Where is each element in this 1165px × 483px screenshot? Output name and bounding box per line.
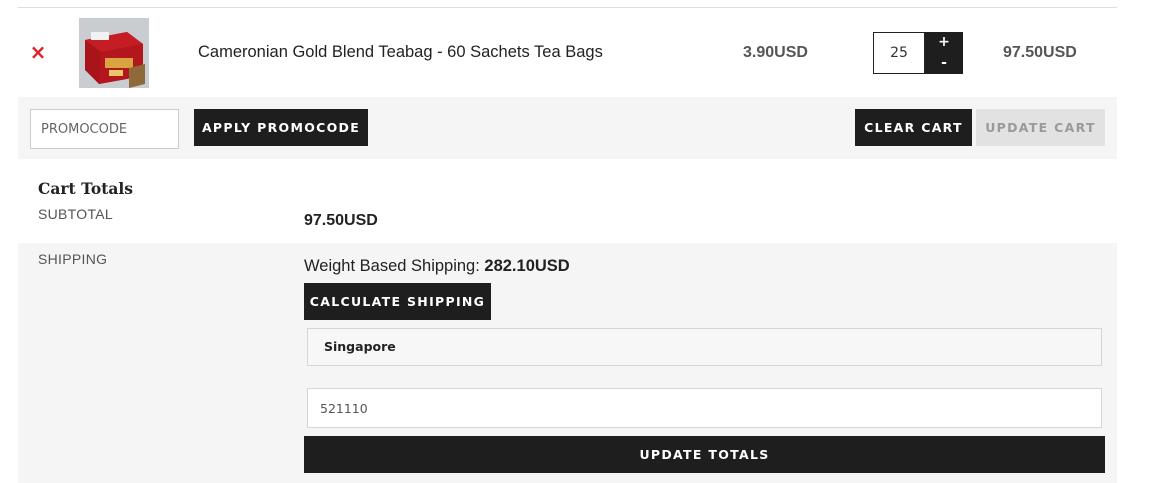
shipping-cost: 282.10USD <box>484 257 570 275</box>
update-cart-button[interactable]: UPDATE CART <box>976 109 1105 146</box>
update-totals-button[interactable]: UPDATE TOTALS <box>304 436 1105 473</box>
cart-actions-bar: APPLY PROMOCODE CLEAR CART UPDATE CART <box>18 97 1117 159</box>
qty-increase-button[interactable]: + <box>925 32 963 53</box>
line-total: 97.50USD <box>1003 44 1077 61</box>
country-select[interactable]: Singapore <box>307 328 1102 366</box>
postcode-input[interactable] <box>307 388 1102 428</box>
shipping-label: SHIPPING <box>38 251 108 267</box>
tea-box-image <box>79 18 149 88</box>
quantity-input[interactable]: 25 <box>873 32 925 74</box>
clear-cart-button[interactable]: CLEAR CART <box>855 109 972 146</box>
shipping-method: Weight Based Shipping: 282.10USD <box>304 257 570 276</box>
subtotal-label: SUBTOTAL <box>38 206 114 222</box>
quantity-stepper: + - <box>925 32 963 74</box>
calculate-shipping-button[interactable]: CALCULATE SHIPPING <box>304 283 491 320</box>
shipping-method-name: Weight Based Shipping: <box>304 257 480 275</box>
promocode-input[interactable] <box>30 109 179 149</box>
subtotal-value: 97.50USD <box>304 212 378 229</box>
cart-totals-title: Cart Totals <box>38 179 134 198</box>
product-thumbnail[interactable] <box>79 18 149 88</box>
unit-price: 3.90USD <box>743 44 808 61</box>
cart-divider <box>18 7 1117 8</box>
remove-item-icon[interactable]: × <box>28 42 48 62</box>
apply-promocode-button[interactable]: APPLY PROMOCODE <box>194 109 368 146</box>
qty-decrease-button[interactable]: - <box>925 53 963 74</box>
product-name[interactable]: Cameronian Gold Blend Teabag - 60 Sachet… <box>198 43 603 62</box>
